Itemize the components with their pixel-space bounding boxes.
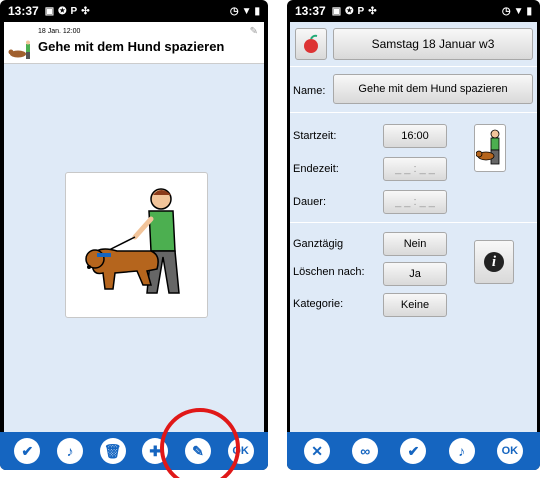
category-label: Kategorie: bbox=[293, 298, 344, 310]
name-field[interactable]: Gehe mit dem Hund spazieren bbox=[333, 74, 533, 104]
bell-icon[interactable]: ♪ bbox=[448, 438, 475, 464]
dog-walk-pictogram-icon bbox=[84, 188, 180, 294]
battery-icon: ▮ bbox=[254, 5, 260, 17]
category-button[interactable]: Keine bbox=[383, 293, 447, 317]
status-bar: 13:37 ▣ ✪ P ✣ ◷ ▼ ▮ bbox=[287, 0, 540, 22]
event-title: Gehe mit dem Hund spazieren bbox=[38, 39, 225, 54]
usb-icon: ✣ bbox=[368, 5, 377, 17]
edit-indicator-icon[interactable]: ✎ bbox=[250, 26, 258, 37]
trash-icon[interactable]: 🗑 bbox=[99, 438, 126, 464]
separator bbox=[290, 66, 537, 67]
wifi-icon: ▼ bbox=[513, 5, 524, 17]
left-phone-screen: 13:37 ▣ ✪ P ✣ ◷ ▼ ▮ 18 Jan. 12:00 Gehe m… bbox=[0, 0, 268, 470]
alarm-icon: ◷ bbox=[229, 5, 239, 17]
status-notification-icons: ▣ ✪ P ✣ bbox=[332, 6, 377, 17]
event-picture-button[interactable] bbox=[474, 124, 506, 172]
usb-icon: ✣ bbox=[81, 5, 90, 17]
start-time-label: Startzeit: bbox=[293, 130, 337, 142]
status-time: 13:37 bbox=[295, 4, 326, 18]
date-button[interactable]: Samstag 18 Januar w3 bbox=[333, 28, 533, 60]
alarm-icon: ◷ bbox=[501, 5, 511, 17]
apple-icon bbox=[304, 34, 318, 53]
dog-walk-thumbnail-icon bbox=[8, 40, 30, 59]
wifi-icon: ▼ bbox=[241, 5, 252, 17]
end-time-button[interactable]: _ _ : _ _ bbox=[383, 157, 447, 181]
delete-after-button[interactable]: Ja bbox=[383, 262, 447, 286]
end-time-label: Endezeit: bbox=[293, 163, 339, 175]
ok-button[interactable]: OK bbox=[496, 438, 523, 464]
all-day-button[interactable]: Nein bbox=[383, 232, 447, 256]
link-icon[interactable]: ∞ bbox=[352, 438, 379, 464]
gallery-icon: ▣ bbox=[331, 5, 342, 17]
status-time: 13:37 bbox=[8, 4, 39, 18]
highlight-circle bbox=[160, 408, 240, 478]
status-bar: 13:37 ▣ ✪ P ✣ ◷ ▼ ▮ bbox=[0, 0, 268, 22]
status-system-icons: ◷ ▼ ▮ bbox=[230, 6, 260, 17]
separator bbox=[290, 222, 537, 223]
name-label: Name: bbox=[293, 85, 326, 97]
gallery-icon: ▣ bbox=[44, 5, 55, 17]
start-time-button[interactable]: 16:00 bbox=[383, 124, 447, 148]
event-datetime: 18 Jan. 12:00 bbox=[38, 28, 81, 35]
bell-icon[interactable]: ♪ bbox=[56, 438, 83, 464]
event-header: 18 Jan. 12:00 Gehe mit dem Hund spaziere… bbox=[4, 22, 264, 64]
event-edit-form: Samstag 18 Januar w3 Name: Gehe mit dem … bbox=[290, 22, 537, 432]
info-icon: i bbox=[484, 252, 504, 272]
right-phone-screen: 13:37 ▣ ✪ P ✣ ◷ ▼ ▮ Samstag 18 Januar w3… bbox=[287, 0, 540, 470]
pin-icon: P bbox=[357, 5, 365, 17]
status-system-icons: ◷ ▼ ▮ bbox=[502, 6, 532, 17]
event-pictogram bbox=[65, 172, 208, 318]
delete-after-label: Löschen nach: bbox=[293, 266, 365, 278]
separator bbox=[290, 112, 537, 113]
battery-icon: ▮ bbox=[526, 5, 532, 17]
all-day-label: Ganztägig bbox=[293, 238, 344, 250]
info-button[interactable]: i bbox=[474, 240, 514, 284]
check-icon[interactable]: ✔ bbox=[400, 438, 427, 464]
add-picture-button[interactable] bbox=[295, 28, 327, 60]
check-icon[interactable]: ✔ bbox=[14, 438, 41, 464]
pin-icon: P bbox=[70, 5, 78, 17]
dog-walk-thumbnail-icon bbox=[476, 129, 500, 165]
duration-label: Dauer: bbox=[293, 196, 327, 208]
close-icon[interactable]: ✕ bbox=[304, 438, 331, 464]
event-view: 18 Jan. 12:00 Gehe mit dem Hund spaziere… bbox=[4, 22, 264, 432]
sync-icon: ✪ bbox=[345, 5, 354, 17]
duration-button[interactable]: _ _ : _ _ bbox=[383, 190, 447, 214]
status-notification-icons: ▣ ✪ P ✣ bbox=[45, 6, 90, 17]
sync-icon: ✪ bbox=[58, 5, 67, 17]
bottom-toolbar: ✕ ∞ ✔ ♪ OK bbox=[287, 432, 540, 470]
